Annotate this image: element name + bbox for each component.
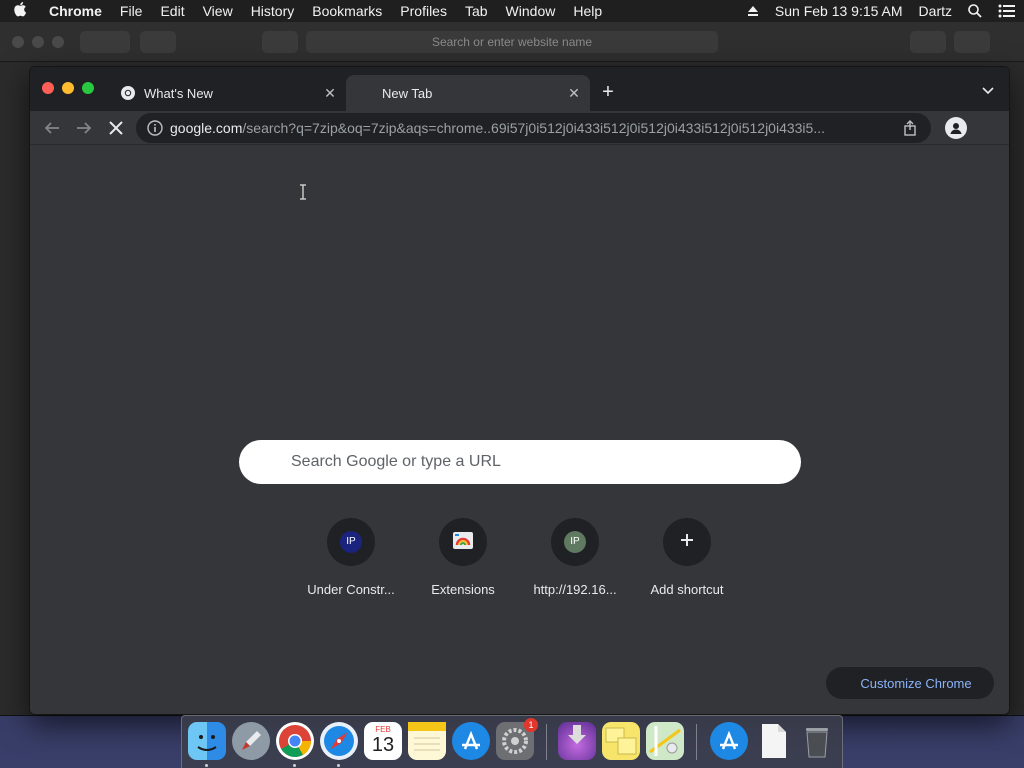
omnibox-address-bar[interactable]: google.com/search?q=7zip&oq=7zip&aqs=chr… (136, 113, 931, 143)
tab-new-tab[interactable]: New Tab ✕ (346, 75, 590, 111)
window-zoom-button[interactable] (82, 82, 94, 94)
calendar-icon[interactable]: FEB 13 (364, 722, 402, 760)
tab-label: What's New (144, 85, 213, 101)
apple-menu-icon[interactable] (0, 1, 40, 21)
shortcut-tile[interactable]: Extensions (407, 518, 519, 597)
app-store-icon[interactable] (452, 722, 490, 760)
dock-separator (546, 724, 547, 760)
menu-bookmarks[interactable]: Bookmarks (303, 3, 391, 19)
menu-tab[interactable]: Tab (456, 3, 497, 19)
tab-label: New Tab (382, 85, 433, 101)
menu-edit[interactable]: Edit (151, 3, 193, 19)
site-info-icon[interactable] (146, 119, 164, 137)
safari-minimize-button[interactable] (32, 36, 44, 48)
extensions-icon (452, 530, 474, 555)
window-minimize-button[interactable] (62, 82, 74, 94)
safari-address-bar[interactable]: Search or enter website name (306, 31, 718, 53)
window-close-button[interactable] (42, 82, 54, 94)
shortcut-tile[interactable]: IP Under Constr... (295, 518, 407, 597)
calendar-month: FEB (375, 725, 391, 734)
url-host: google.com (170, 120, 243, 136)
search-input[interactable] (239, 440, 801, 484)
new-tab-page: IP Under Constr... Extensions IP http://… (30, 146, 1009, 714)
menu-app-name[interactable]: Chrome (40, 3, 111, 19)
chrome-toolbar: google.com/search?q=7zip&oq=7zip&aqs=chr… (30, 111, 1009, 145)
text-cursor-icon (298, 183, 308, 201)
shortcut-title: http://192.16... (533, 582, 617, 597)
menu-file[interactable]: File (111, 3, 152, 19)
safari-share-button[interactable] (910, 31, 946, 53)
spotlight-search-icon[interactable] (960, 4, 990, 18)
notes-icon[interactable] (408, 722, 446, 760)
shortcut-title: Extensions (431, 582, 495, 597)
menu-profiles[interactable]: Profiles (391, 3, 456, 19)
app-store-folder-icon[interactable] (710, 722, 748, 760)
tab-close-icon[interactable]: ✕ (322, 85, 338, 101)
trash-icon[interactable] (798, 722, 836, 760)
new-tab-plus-icon[interactable]: + (596, 81, 620, 105)
menu-view[interactable]: View (194, 3, 242, 19)
ip-favicon-icon: IP (340, 531, 362, 553)
google-search-box[interactable] (239, 440, 801, 484)
add-shortcut-tile[interactable]: Add shortcut (631, 518, 743, 597)
system-preferences-gear-icon[interactable]: 1 (496, 718, 538, 760)
launchpad-rocket-icon[interactable] (232, 722, 270, 760)
shortcut-title: Add shortcut (650, 582, 724, 597)
eject-icon[interactable] (739, 5, 767, 17)
tab-close-icon[interactable]: ✕ (566, 85, 582, 101)
shortcut-icon-circle: IP (551, 518, 599, 566)
running-indicator (205, 764, 208, 767)
shortcut-title: Under Constr... (307, 582, 395, 597)
menu-bar: Chrome File Edit View History Bookmarks … (0, 0, 1024, 22)
customize-chrome-button[interactable]: Customize Chrome (826, 667, 994, 699)
menubar-user[interactable]: Dartz (911, 3, 960, 19)
tab-search-chevron-icon[interactable] (981, 83, 997, 99)
finder-icon[interactable] (188, 722, 226, 760)
tab-strip: What's New ✕ New Tab ✕ + (30, 67, 1009, 111)
document-icon[interactable] (754, 722, 792, 760)
safari-close-button[interactable] (12, 36, 24, 48)
safari-compass-icon[interactable] (320, 722, 358, 760)
shortcut-tile[interactable]: IP http://192.16... (519, 518, 631, 597)
safari-sidebar-button[interactable] (140, 31, 176, 53)
omnibox-url[interactable]: google.com/search?q=7zip&oq=7zip&aqs=chr… (170, 120, 891, 136)
shortcut-icon-circle: IP (327, 518, 375, 566)
calendar-day: 13 (371, 734, 395, 756)
menu-history[interactable]: History (242, 3, 304, 19)
share-icon[interactable] (901, 119, 919, 137)
maps-icon[interactable] (646, 722, 684, 760)
safari-toolbar: Search or enter website name (0, 22, 1024, 62)
downloads-stack-icon[interactable] (558, 722, 596, 760)
shortcut-icon-circle (439, 518, 487, 566)
back-arrow-icon[interactable] (41, 117, 63, 139)
ip-favicon-icon: IP (564, 531, 586, 553)
menu-help[interactable]: Help (564, 3, 611, 19)
running-indicator (293, 764, 296, 767)
control-center-icon[interactable] (990, 4, 1024, 18)
stickies-icon[interactable] (602, 722, 640, 760)
safari-zoom-button[interactable] (52, 36, 64, 48)
forward-arrow-icon[interactable] (73, 117, 95, 139)
profile-avatar-icon[interactable] (945, 117, 967, 139)
shortcut-icon-circle (663, 518, 711, 566)
plus-icon (679, 532, 695, 553)
safari-tabs-button[interactable] (954, 31, 990, 53)
dock: FEB 13 1 (181, 715, 843, 768)
running-indicator (337, 764, 340, 767)
chrome-dock-icon[interactable] (276, 722, 314, 760)
safari-back-forward-buttons[interactable] (80, 31, 130, 53)
safari-privacy-button[interactable] (262, 31, 298, 53)
menubar-clock[interactable]: Sun Feb 13 9:15 AM (767, 3, 911, 19)
stop-loading-x-icon[interactable] (105, 117, 127, 139)
notification-badge: 1 (524, 718, 538, 732)
chrome-window: What's New ✕ New Tab ✕ + google.com/sear… (29, 66, 1010, 715)
menu-window[interactable]: Window (497, 3, 565, 19)
url-path: /search?q=7zip&oq=7zip&aqs=chrome..69i57… (242, 120, 825, 136)
tab-whats-new[interactable]: What's New ✕ (110, 75, 346, 111)
dock-separator (696, 724, 697, 760)
chrome-logo-icon (120, 85, 136, 101)
